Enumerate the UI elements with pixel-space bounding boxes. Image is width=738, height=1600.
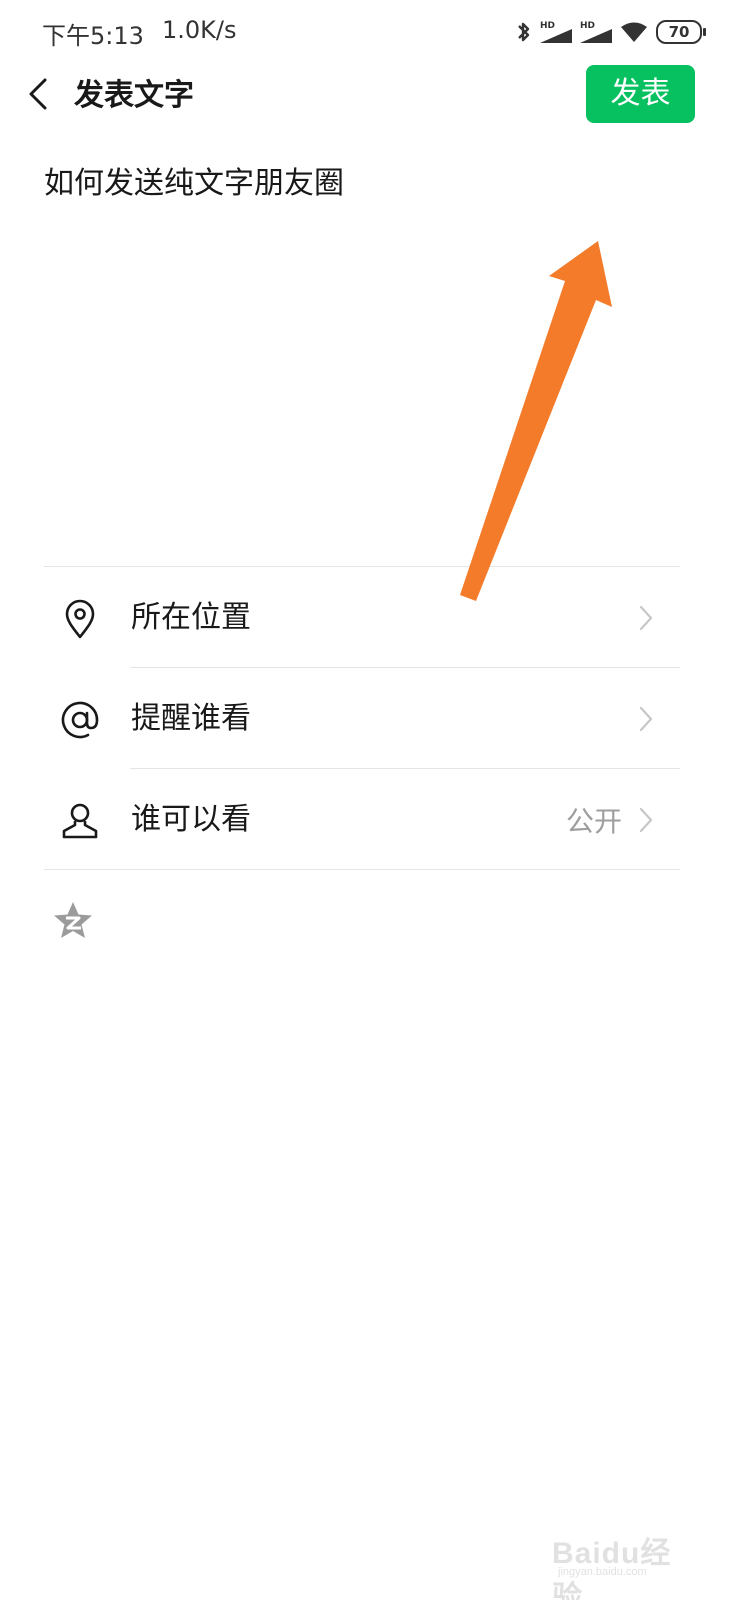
chevron-right-icon: [639, 605, 653, 631]
status-time: 下午5:13: [42, 22, 144, 50]
option-location[interactable]: 所在位置: [0, 567, 738, 668]
option-label-mention: 提醒谁看: [131, 701, 251, 736]
page-title: 发表文字: [74, 78, 194, 113]
signal-hd-icon: HD: [538, 19, 574, 45]
wifi-icon: [620, 20, 648, 44]
watermark-url: jingyan.baidu.com: [558, 1566, 647, 1578]
battery-icon: 70: [656, 20, 706, 44]
bluetooth-icon: [516, 20, 532, 44]
status-bar: 下午5:13 1.0K/s HD HD 70: [0, 0, 738, 64]
battery-level: 70: [668, 23, 690, 41]
option-visibility[interactable]: 谁可以看 公开: [0, 769, 738, 870]
qzone-star-icon[interactable]: [52, 900, 94, 942]
status-icons: HD HD 70: [516, 16, 706, 48]
baidu-watermark-logo: Baidu经验 jingyan.baidu.com: [552, 1500, 702, 1600]
chevron-left-icon: [27, 77, 49, 115]
divider: [44, 869, 680, 870]
battery-nub: [703, 28, 706, 36]
publish-button[interactable]: 发表: [586, 65, 695, 123]
post-text-input[interactable]: 如何发送纯文字朋友圈: [44, 162, 344, 206]
location-pin-icon: [58, 597, 102, 641]
chevron-right-icon: [639, 807, 653, 833]
option-mention[interactable]: 提醒谁看: [0, 668, 738, 769]
option-value-visibility: 公开: [565, 805, 622, 838]
svg-text:HD: HD: [580, 21, 595, 31]
back-button[interactable]: [18, 72, 58, 120]
chevron-right-icon: [639, 706, 653, 732]
compose-text-moment-screen: 下午5:13 1.0K/s HD HD 70 发表文字 发表 如何发送纯文字朋友…: [0, 0, 738, 1600]
person-icon: [58, 799, 102, 843]
network-speed: 1.0K/s: [162, 16, 237, 44]
svg-text:HD: HD: [540, 21, 555, 31]
nav-bar: 发表文字 发表: [0, 64, 738, 128]
watermark-text: Baidu经验: [552, 1537, 672, 1600]
at-sign-icon: [58, 698, 102, 742]
signal-hd-icon: HD: [578, 19, 614, 45]
option-label-visibility: 谁可以看: [131, 802, 251, 837]
option-label-location: 所在位置: [131, 600, 251, 635]
